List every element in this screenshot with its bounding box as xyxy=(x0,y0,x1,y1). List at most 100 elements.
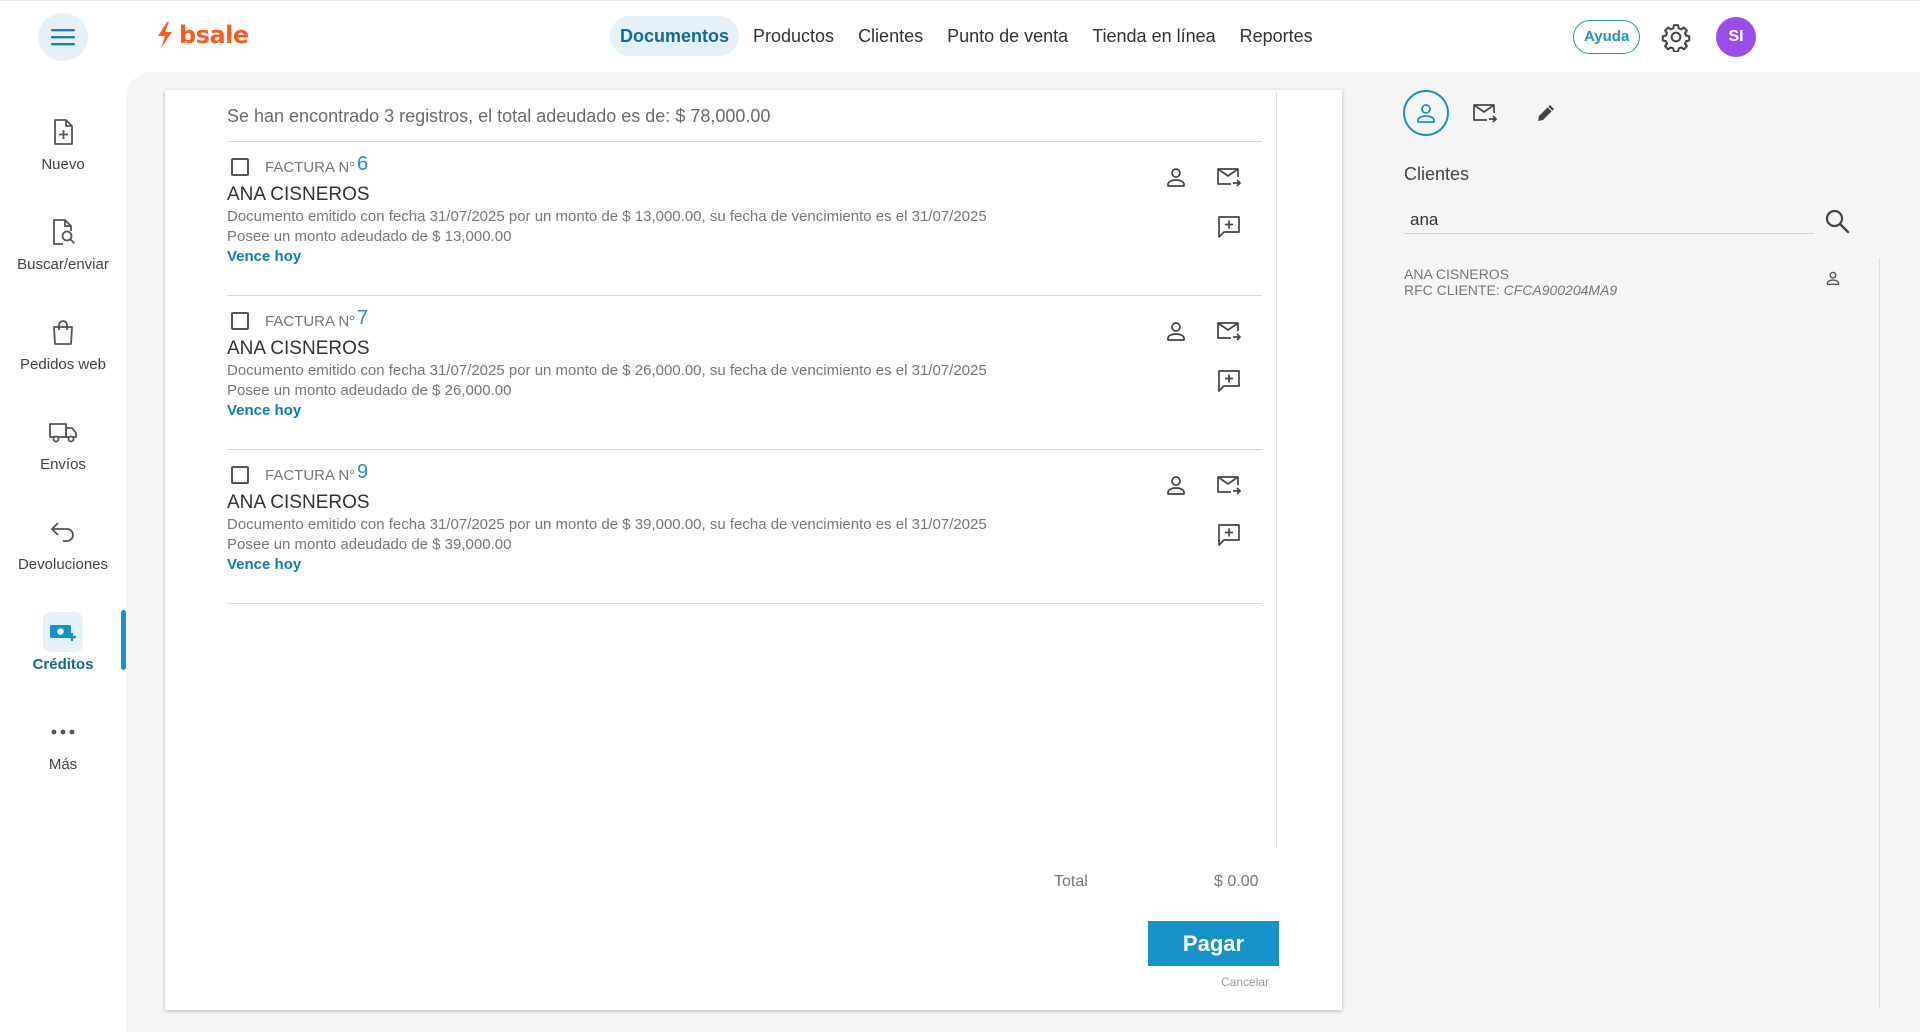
document-due[interactable]: Vence hoy xyxy=(227,556,301,573)
truck-icon xyxy=(49,423,77,443)
sidebar-item-pedidos-web[interactable]: Pedidos web xyxy=(0,312,126,373)
card-divider xyxy=(1276,92,1277,847)
document-description: Documento emitido con fecha 31/07/2025 p… xyxy=(227,362,987,379)
search-document-icon xyxy=(53,219,75,245)
document-checkbox[interactable] xyxy=(231,312,249,330)
email-forward-icon xyxy=(1473,104,1498,123)
document-number[interactable]: 7 xyxy=(357,307,368,330)
sidebar-item-label: Más xyxy=(48,756,78,773)
total-value: $ 0.00 xyxy=(1214,873,1259,890)
sidebar-item-mas[interactable]: Más xyxy=(0,712,126,773)
sidebar-item-buscar-enviar[interactable]: Buscar/enviar xyxy=(0,212,126,273)
document-description: Documento emitido con fecha 31/07/2025 p… xyxy=(227,516,987,533)
email-forward-icon xyxy=(1217,476,1242,495)
document-client: ANA CISNEROS xyxy=(227,492,370,513)
document-number[interactable]: 6 xyxy=(357,153,368,176)
return-arrow-icon xyxy=(51,522,74,542)
tab-edit[interactable] xyxy=(1523,90,1569,136)
user-avatar[interactable]: SI xyxy=(1716,17,1756,57)
sidebar-item-label: Buscar/enviar xyxy=(17,256,109,273)
tab-client[interactable] xyxy=(1403,90,1449,136)
client-result-rfc: RFC CLIENTE: CFCA900204MA9 xyxy=(1404,282,1618,298)
person-icon xyxy=(1167,322,1185,341)
client-button[interactable] xyxy=(1161,470,1191,500)
tab-email[interactable] xyxy=(1462,90,1508,136)
client-button[interactable] xyxy=(1161,316,1191,346)
person-icon xyxy=(1167,168,1185,187)
add-comment-button[interactable] xyxy=(1214,520,1244,550)
sidebar-item-devoluciones[interactable]: Devoluciones xyxy=(0,512,126,573)
top-bar: bsale Documentos Productos Clientes Punt… xyxy=(0,0,1920,72)
person-icon xyxy=(1167,476,1185,495)
document-row: FACTURA N° 7 ANA CISNEROS Documento emit… xyxy=(227,296,1262,450)
nav-reportes[interactable]: Reportes xyxy=(1230,16,1323,56)
shopping-bag-icon xyxy=(53,320,73,345)
pay-button[interactable]: Pagar xyxy=(1148,921,1279,966)
email-forward-icon xyxy=(1217,322,1242,341)
pencil-icon xyxy=(1538,105,1554,121)
summary-text: Se han encontrado 3 registros, el total … xyxy=(227,106,771,126)
sidebar-item-label: Devoluciones xyxy=(17,556,109,573)
document-row: FACTURA N° 6 ANA CISNEROS Documento emit… xyxy=(227,142,1262,296)
nav-punto-de-venta[interactable]: Punto de venta xyxy=(937,16,1078,56)
menu-button[interactable] xyxy=(38,13,88,61)
document-checkbox[interactable] xyxy=(231,466,249,484)
main-nav: Documentos Productos Clientes Punto de v… xyxy=(610,16,1323,56)
email-forward-icon xyxy=(1217,168,1242,187)
document-checkbox[interactable] xyxy=(231,158,249,176)
sidebar-item-label: Créditos xyxy=(32,656,94,673)
sidebar: Nuevo Buscar/enviar Pedidos web Envíos D… xyxy=(0,72,126,1032)
document-client: ANA CISNEROS xyxy=(227,184,370,205)
email-button[interactable] xyxy=(1214,316,1244,346)
document-type: FACTURA N° xyxy=(265,467,356,484)
clients-title: Clientes xyxy=(1404,164,1470,184)
sidebar-item-nuevo[interactable]: Nuevo xyxy=(0,112,126,173)
nav-documentos[interactable]: Documentos xyxy=(610,16,740,56)
add-comment-icon xyxy=(1218,370,1240,392)
document-owed: Posee un monto adeudado de $ 26,000.00 xyxy=(227,382,512,399)
nav-tienda-en-linea[interactable]: Tienda en línea xyxy=(1082,16,1225,56)
document-due[interactable]: Vence hoy xyxy=(227,248,301,265)
sidebar-item-envios[interactable]: Envíos xyxy=(0,412,126,473)
document-owed: Posee un monto adeudado de $ 39,000.00 xyxy=(227,536,512,553)
document-client: ANA CISNEROS xyxy=(227,338,370,359)
add-comment-icon xyxy=(1218,216,1240,238)
more-dots-icon xyxy=(51,729,75,735)
nav-productos[interactable]: Productos xyxy=(743,16,844,56)
document-number[interactable]: 9 xyxy=(357,461,368,484)
gear-icon[interactable] xyxy=(1661,22,1691,52)
add-comment-button[interactable] xyxy=(1214,366,1244,396)
document-type: FACTURA N° xyxy=(265,159,356,176)
sidebar-item-label: Nuevo xyxy=(41,156,85,173)
document-description: Documento emitido con fecha 31/07/2025 p… xyxy=(227,208,987,225)
help-button[interactable]: Ayuda xyxy=(1573,20,1641,54)
bsale-bolt-icon xyxy=(158,22,172,48)
sidebar-item-label: Envíos xyxy=(40,456,86,473)
email-button[interactable] xyxy=(1214,162,1244,192)
panel-scroll-track[interactable] xyxy=(1879,258,1880,1008)
document-type: FACTURA N° xyxy=(265,313,356,330)
client-icon xyxy=(1417,104,1435,123)
sidebar-item-creditos[interactable]: Créditos xyxy=(0,612,126,673)
sidebar-item-label: Pedidos web xyxy=(20,356,106,373)
document-owed: Posee un monto adeudado de $ 13,000.00 xyxy=(227,228,512,245)
add-comment-icon xyxy=(1218,524,1240,546)
client-result-item[interactable]: ANA CISNEROS RFC CLIENTE: CFCA900204MA9 xyxy=(1404,266,1844,302)
person-icon xyxy=(1826,271,1840,285)
new-document-icon xyxy=(54,119,73,145)
email-button[interactable] xyxy=(1214,470,1244,500)
add-comment-button[interactable] xyxy=(1214,212,1244,242)
nav-clientes[interactable]: Clientes xyxy=(848,16,933,56)
cancel-link[interactable]: Cancelar xyxy=(1221,975,1269,989)
credit-money-icon xyxy=(50,625,76,641)
search-icon[interactable] xyxy=(1823,207,1851,235)
document-row: FACTURA N° 9 ANA CISNEROS Documento emit… xyxy=(227,450,1262,604)
client-button[interactable] xyxy=(1161,162,1191,192)
hamburger-icon xyxy=(51,29,75,46)
bsale-logo[interactable]: bsale xyxy=(155,21,249,49)
client-search-input[interactable] xyxy=(1404,206,1814,234)
document-due[interactable]: Vence hoy xyxy=(227,402,301,419)
total-label: Total xyxy=(1054,873,1088,890)
client-result-name: ANA CISNEROS xyxy=(1404,266,1510,282)
logo-text: bsale xyxy=(179,21,249,49)
